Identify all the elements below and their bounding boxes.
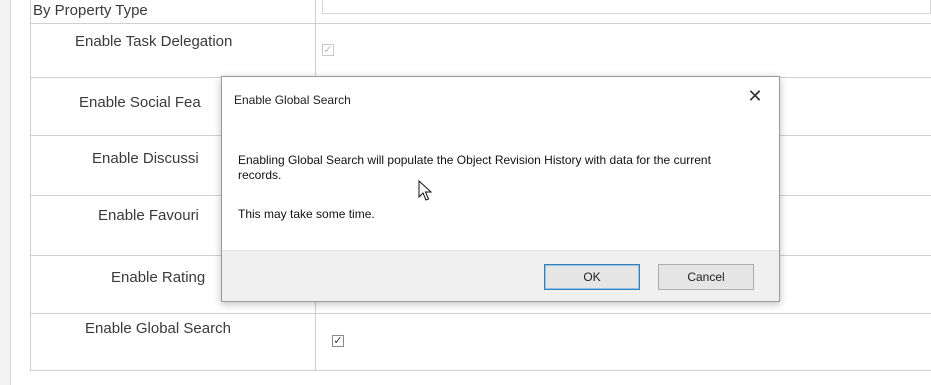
property-type-field[interactable] <box>322 0 931 14</box>
mouse-cursor-icon <box>418 180 432 201</box>
enable-global-search-dialog: Enable Global Search ✕ Enabling Global S… <box>221 76 780 302</box>
dialog-title: Enable Global Search <box>234 93 351 107</box>
left-rail <box>0 0 11 385</box>
dialog-note: This may take some time. <box>238 207 375 221</box>
settings-row: Enable Global Search ✓ <box>30 314 931 371</box>
settings-row-label: Enable Favouri <box>98 207 199 224</box>
ok-button[interactable]: OK <box>544 264 640 290</box>
dialog-message: Enabling Global Search will populate the… <box>238 153 711 182</box>
settings-row-label: Enable Task Delegation <box>75 33 233 50</box>
close-icon[interactable]: ✕ <box>745 87 765 107</box>
global-search-checkbox[interactable]: ✓ <box>332 335 344 347</box>
task-delegation-checkbox[interactable]: ✓ <box>322 44 334 56</box>
dialog-footer: OK Cancel <box>222 250 779 301</box>
settings-row: By Property Type <box>30 0 931 24</box>
settings-row-label: Enable Discussi <box>92 150 199 167</box>
settings-row-label: Enable Rating <box>111 269 206 286</box>
settings-row: Enable Task Delegation ✓ <box>30 24 931 78</box>
settings-row-label: By Property Type <box>33 2 148 19</box>
settings-row-label: Enable Global Search <box>85 320 231 337</box>
settings-row-label: Enable Social Fea <box>79 94 201 111</box>
cancel-button[interactable]: Cancel <box>658 264 754 290</box>
